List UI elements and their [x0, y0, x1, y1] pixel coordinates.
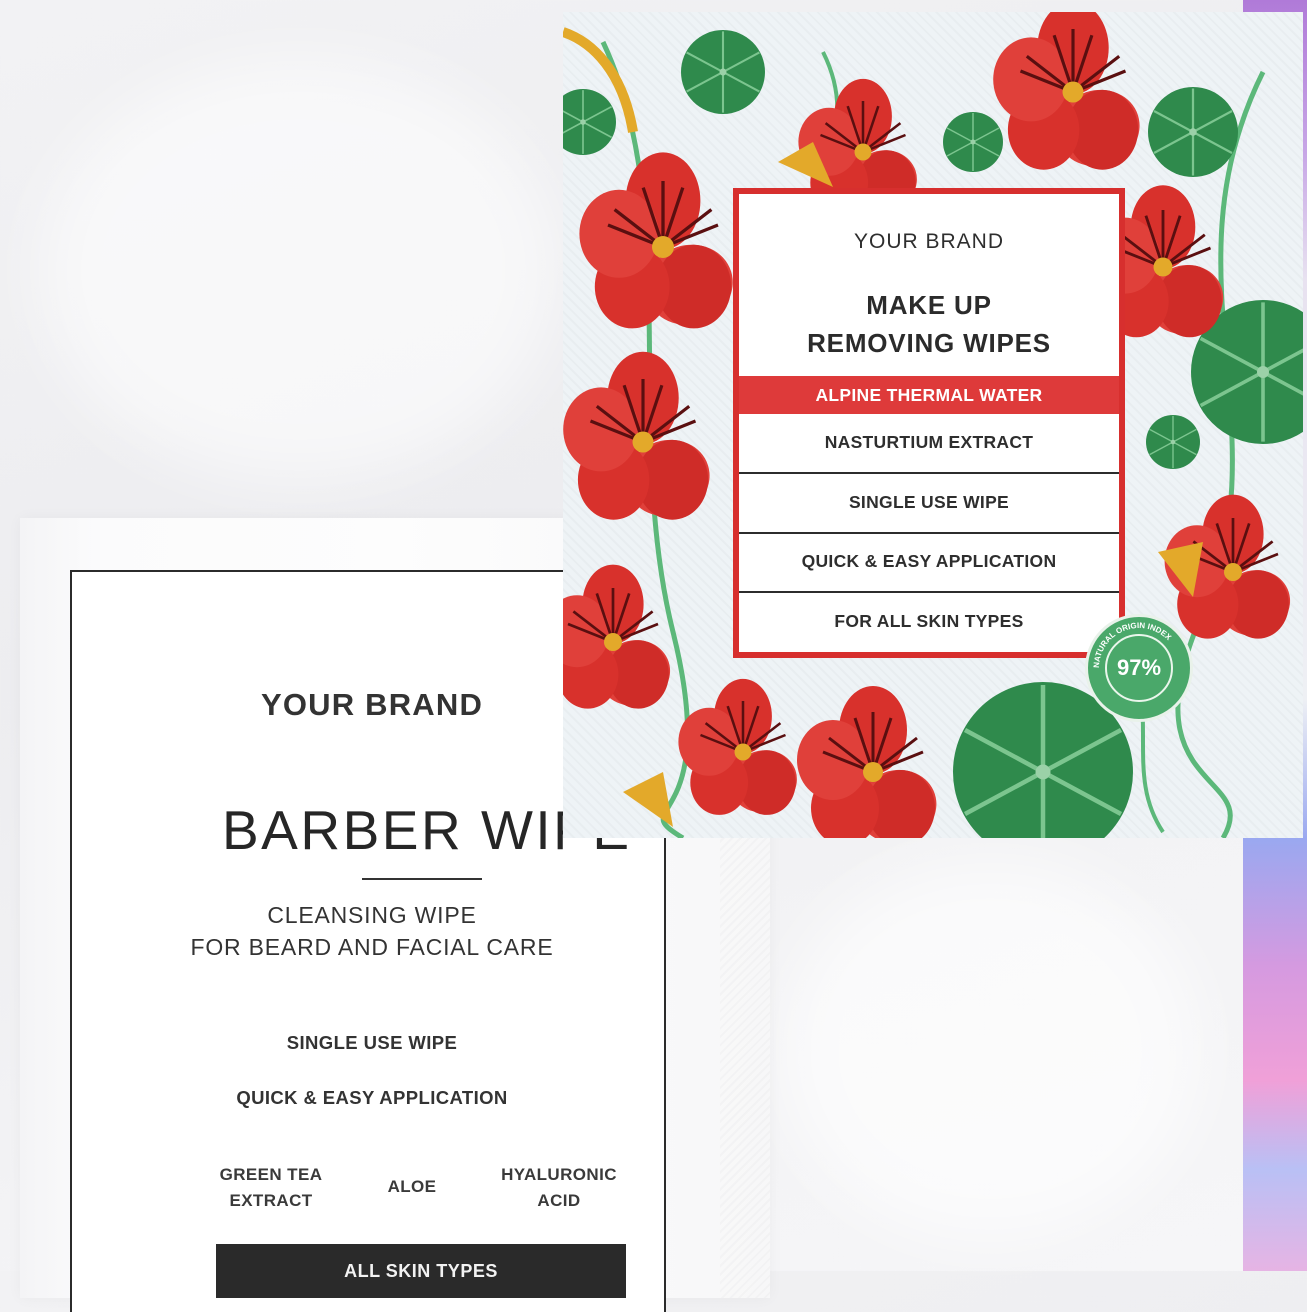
info-row: SINGLE USE WIPE — [848, 492, 1010, 512]
divider — [362, 878, 482, 880]
background-glow — [780, 860, 1200, 1240]
feature-text: QUICK & EASY APPLICATION — [236, 1087, 508, 1108]
subtitle-line: CLEANSING WIPE — [267, 902, 477, 928]
feature-text: SINGLE USE WIPE — [286, 1032, 458, 1053]
info-row: NASTURTIUM EXTRACT — [824, 432, 1034, 452]
svg-text:NATURAL ORIGIN INDEX: NATURAL ORIGIN INDEX — [1092, 621, 1174, 668]
subtitle-line: FOR BEARD AND FACIAL CARE — [190, 934, 554, 960]
natural-origin-badge: NATURAL ORIGIN INDEX 97% — [1085, 614, 1193, 722]
ingredient-green-tea: GREEN TEA EXTRACT — [219, 1165, 323, 1210]
info-row: QUICK & EASY APPLICATION — [801, 551, 1057, 571]
product-info-panel: YOUR BRAND MAKE UP REMOVING WIPES ALPINE… — [733, 188, 1125, 658]
brand-name: YOUR BRAND — [853, 230, 1005, 253]
highlight-banner: ALPINE THERMAL WATER — [739, 376, 1119, 414]
row-divider — [739, 472, 1119, 474]
row-divider — [739, 591, 1119, 593]
ingredient-hyaluronic-acid: HYALURONIC ACID — [501, 1165, 617, 1210]
background-glow — [40, 60, 560, 480]
badge-ring-text: NATURAL ORIGIN INDEX — [1092, 621, 1174, 668]
info-row: FOR ALL SKIN TYPES — [834, 611, 1024, 631]
skin-types-bar: ALL SKIN TYPES — [216, 1244, 626, 1298]
makeup-removing-wipes-packet: YOUR BRAND MAKE UP REMOVING WIPES ALPINE… — [563, 12, 1303, 838]
row-divider — [739, 532, 1119, 534]
product-title: MAKE UP — [866, 290, 992, 320]
ingredient-aloe: ALOE — [387, 1177, 437, 1196]
product-title: REMOVING WIPES — [807, 328, 1051, 358]
